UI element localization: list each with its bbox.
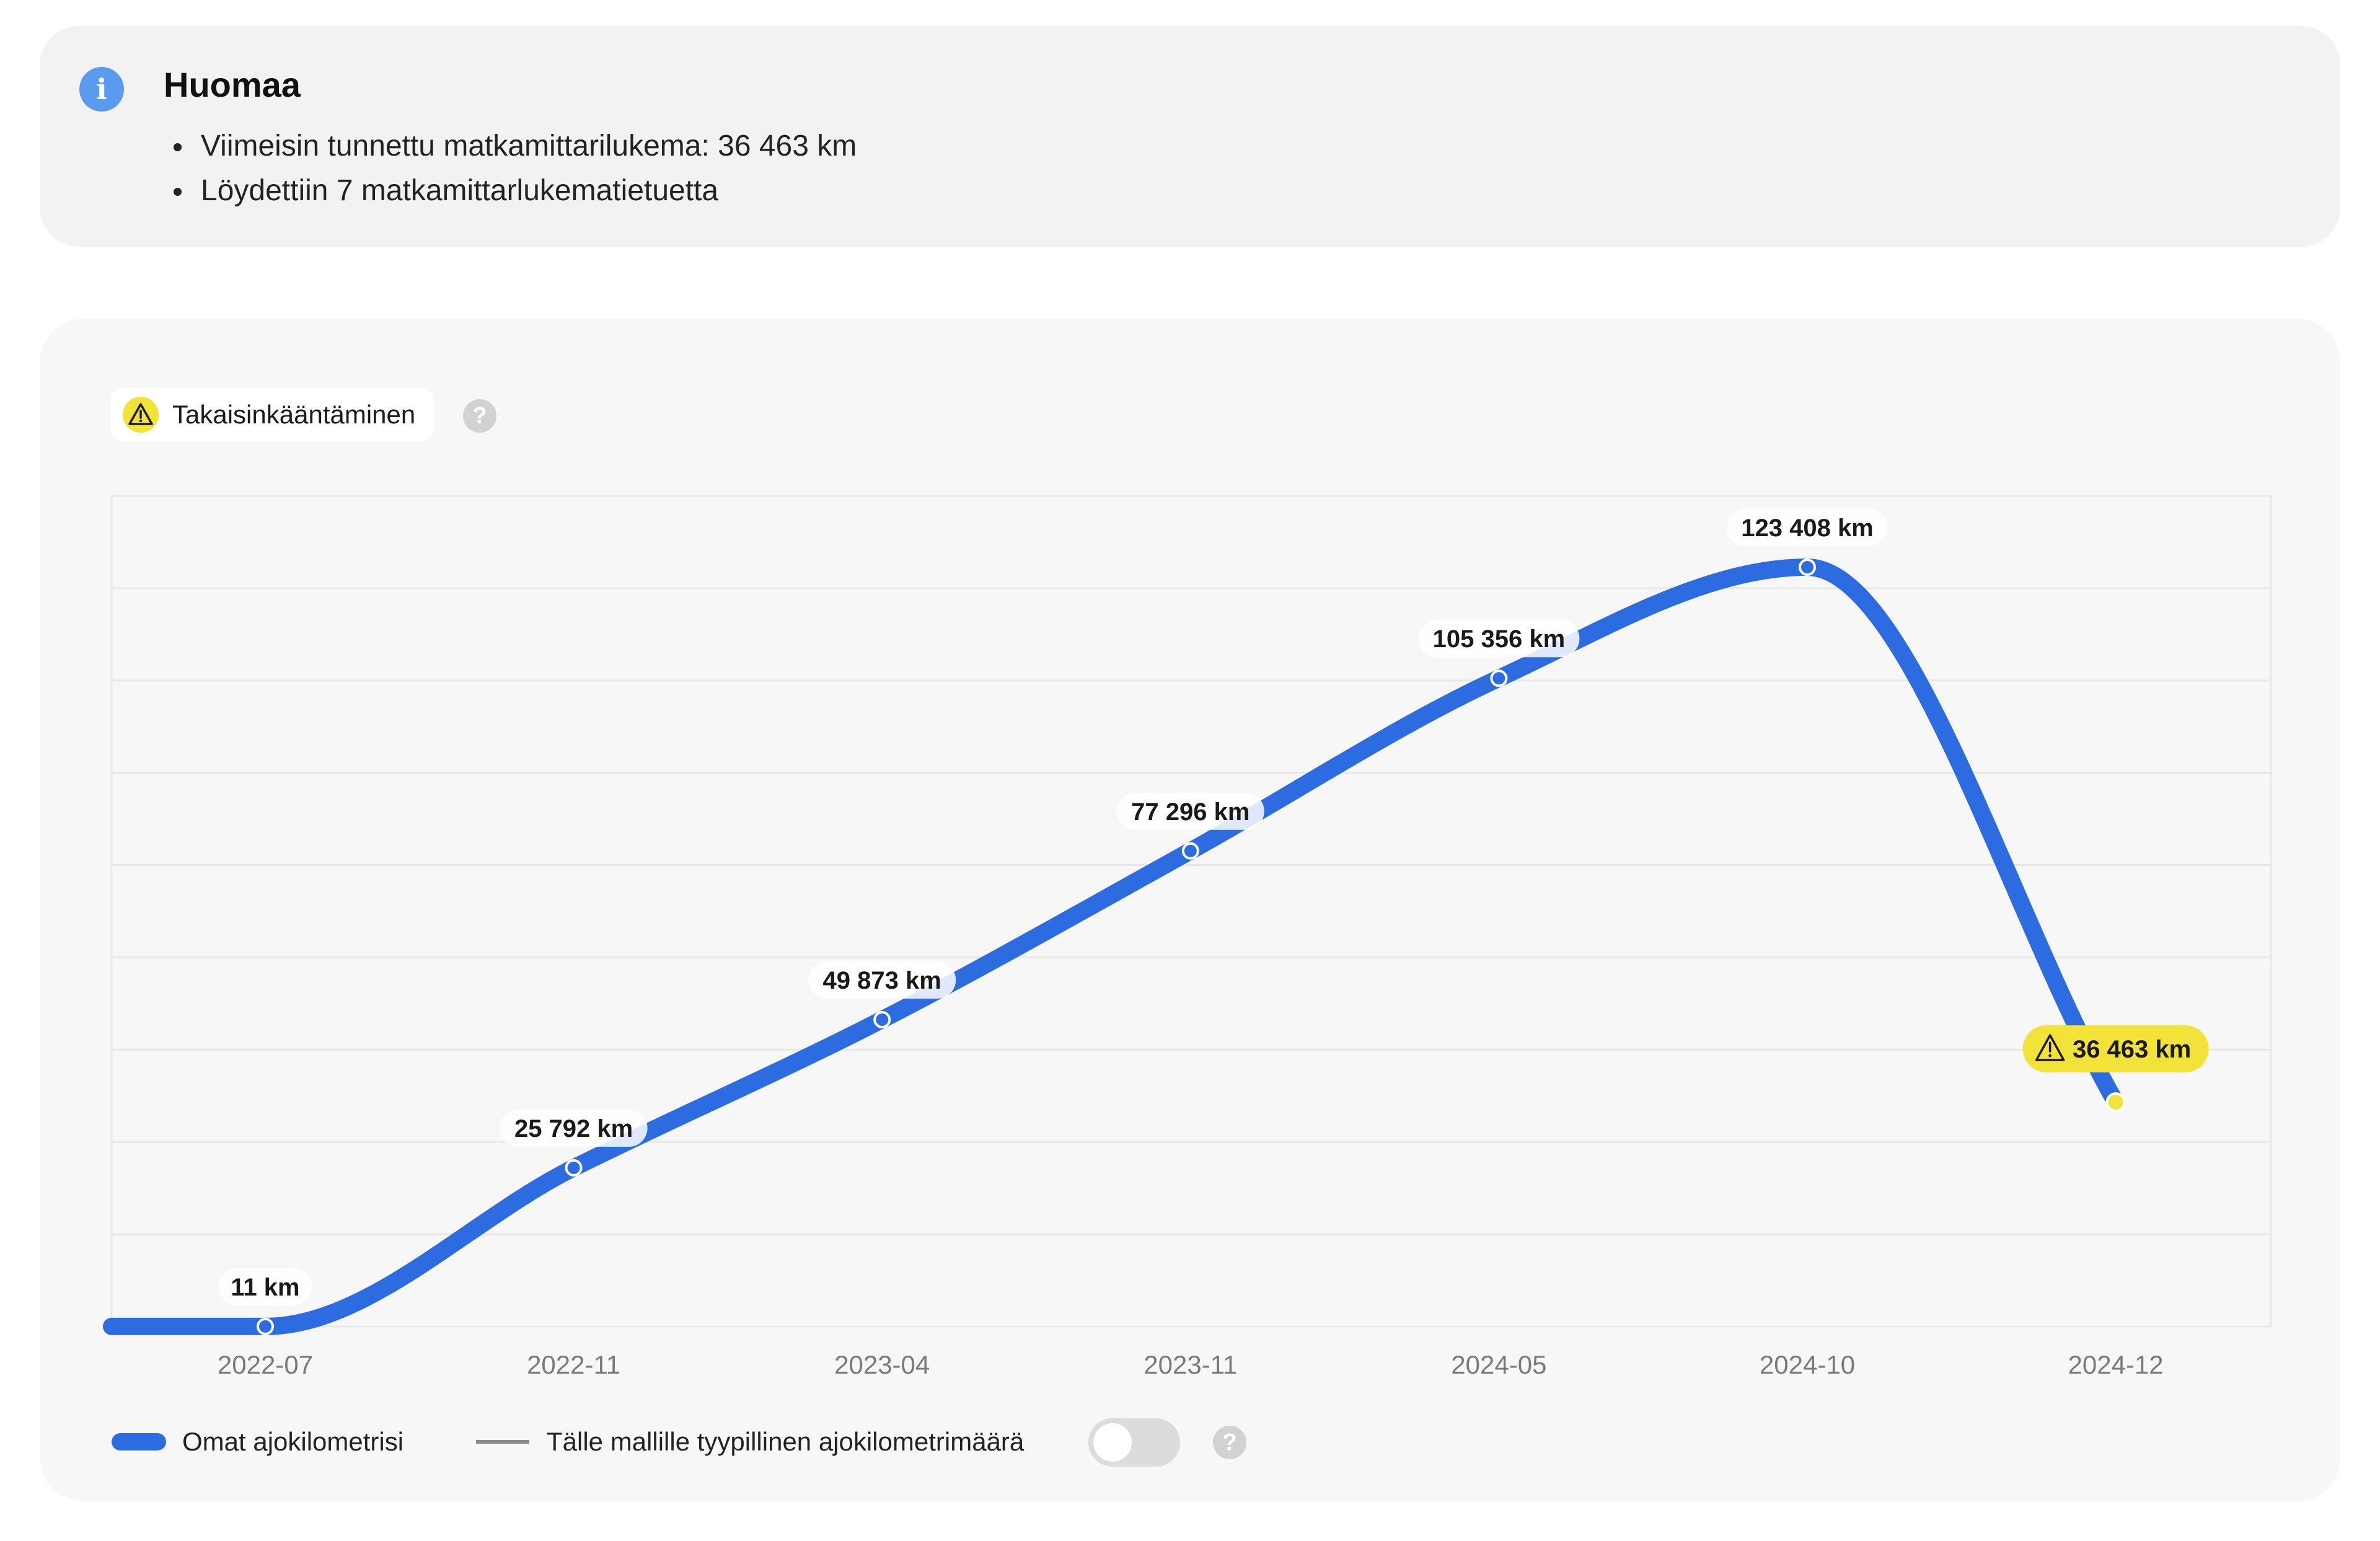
data-point	[1490, 669, 1508, 687]
data-label: 123 408 km	[1741, 514, 1874, 542]
odometer-line-chart: 11 km 25 792 km 49 873 km 77 296 km 105 356 …	[103, 495, 2272, 1379]
x-tick-label: 2024-05	[1451, 1350, 1546, 1379]
legend-swatch-mine	[112, 1433, 166, 1450]
legend-label-typical: Tälle mallille tyypillinen ajokilometrim…	[547, 1427, 1025, 1456]
data-label: 11 km	[231, 1274, 299, 1301]
x-tick-label: 2022-07	[218, 1350, 313, 1379]
data-point	[1799, 559, 1816, 576]
data-point	[565, 1159, 583, 1177]
data-point	[257, 1317, 274, 1335]
typical-mileage-toggle[interactable]	[1088, 1418, 1180, 1467]
data-points	[257, 559, 2126, 1335]
warning-icon-dot	[2048, 1054, 2052, 1058]
x-tick-label: 2022-11	[527, 1350, 620, 1379]
data-label-flagged: 36 463 km	[2073, 1036, 2191, 1063]
data-point-flagged	[2105, 1092, 2126, 1113]
x-tick-label: 2023-11	[1144, 1350, 1237, 1379]
plot-area-border	[110, 495, 2272, 1328]
legend-swatch-typical	[476, 1440, 529, 1444]
data-point	[873, 1010, 891, 1028]
data-point	[1181, 842, 1199, 860]
chart-grid	[110, 495, 2272, 1328]
data-labels: 11 km 25 792 km 49 873 km 77 296 km 105 356 …	[219, 509, 2209, 1305]
x-axis-ticks: 2022-07 2022-11 2023-04 2023-11 2024-05 2024-…	[218, 1350, 2164, 1379]
x-tick-label: 2024-10	[1760, 1350, 1855, 1379]
toggle-knob	[1093, 1423, 1132, 1462]
x-tick-label: 2024-12	[2068, 1350, 2164, 1379]
data-label: 105 356 km	[1433, 625, 1566, 653]
legend-label-mine: Omat ajokilometrisi	[182, 1427, 404, 1456]
data-label: 25 792 km	[514, 1115, 633, 1142]
data-label: 77 296 km	[1131, 798, 1250, 826]
x-tick-label: 2023-04	[834, 1350, 930, 1379]
data-label: 49 873 km	[823, 967, 941, 994]
help-icon[interactable]: ?	[1213, 1426, 1246, 1459]
